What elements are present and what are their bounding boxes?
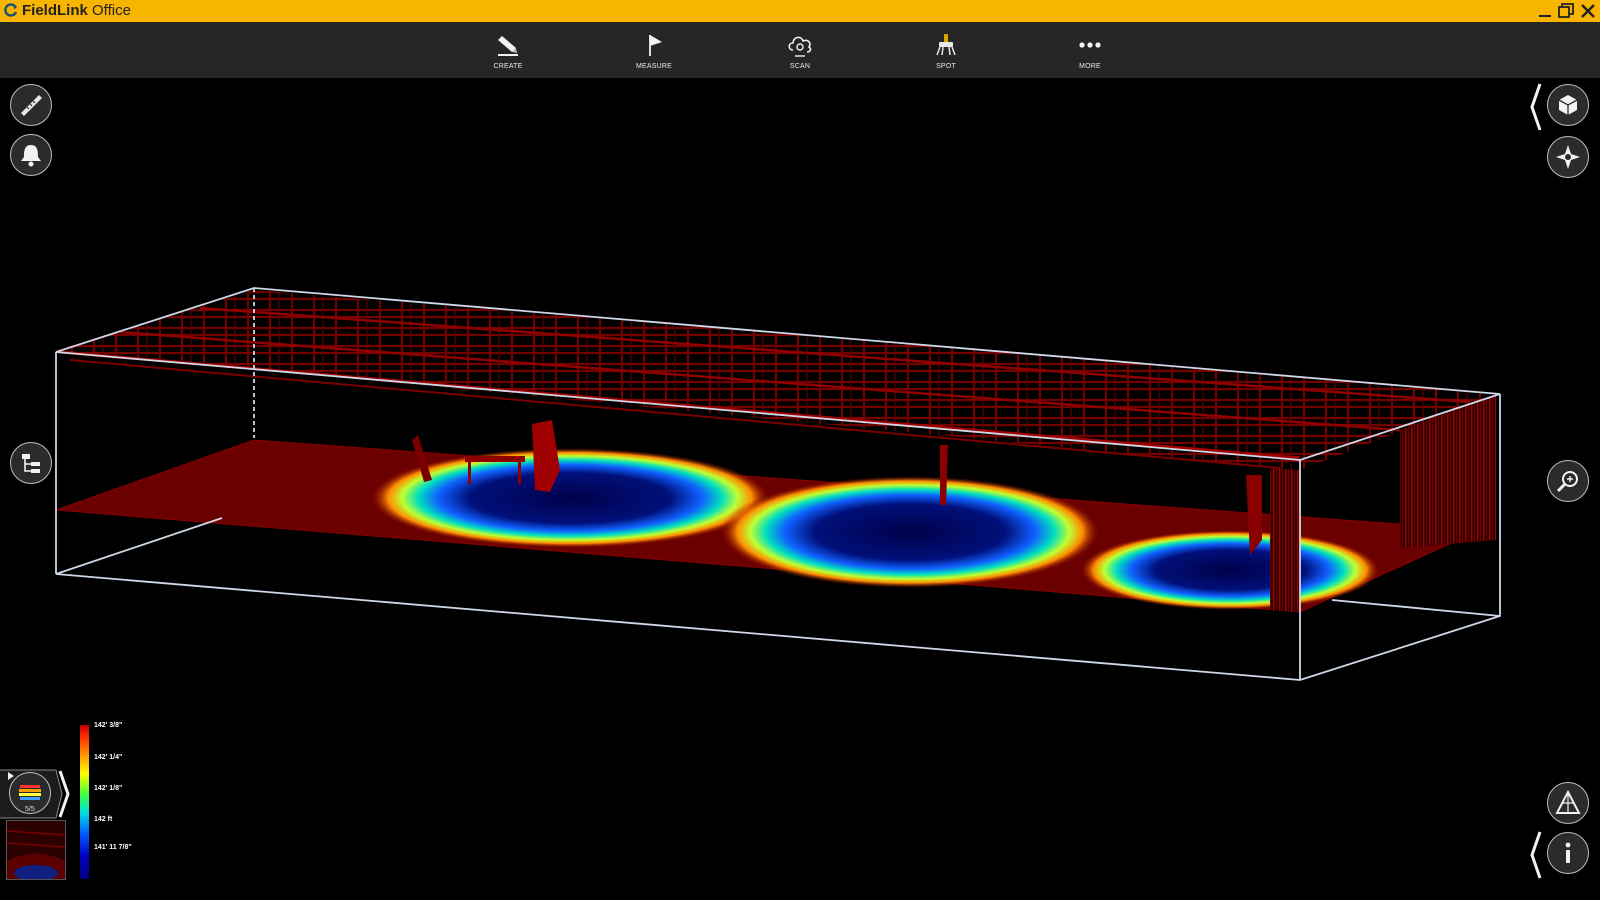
flag-icon — [649, 35, 662, 56]
minimap-view — [7, 821, 65, 879]
point-cloud-scene — [55, 287, 1501, 681]
info-icon — [1565, 842, 1571, 863]
scan-button[interactable]: SCAN — [760, 22, 840, 78]
zoom-fit-icon — [1556, 471, 1578, 493]
spot-device-icon — [936, 34, 956, 56]
measure-button[interactable]: MEASURE — [614, 22, 694, 78]
elevation-color-scale — [80, 725, 89, 879]
spot-label: SPOT — [936, 63, 956, 70]
app-title-bold: FieldLink — [22, 2, 88, 19]
more-label: MORE — [1079, 63, 1101, 70]
legend-label-top: 142' 3/8" — [94, 722, 123, 729]
ruler-icon — [21, 95, 42, 116]
app-title-rest: Office — [87, 2, 131, 19]
main-toolbar: CREATE MEASURE SCAN SPOT MORE — [0, 22, 1600, 78]
legend-label-4: 142 ft — [94, 816, 113, 823]
restore-icon[interactable] — [1557, 2, 1575, 20]
more-dots-icon — [1079, 42, 1101, 48]
zoom-button[interactable] — [1547, 460, 1589, 502]
spot-button[interactable]: SPOT — [906, 22, 986, 78]
info-button[interactable] — [1547, 832, 1589, 874]
navigation-compass-icon — [1556, 145, 1580, 169]
create-label: CREATE — [493, 63, 523, 70]
measure-label: MEASURE — [635, 63, 673, 70]
measure-tool-button[interactable] — [10, 84, 52, 126]
point-cloud-viewport[interactable] — [0, 78, 1600, 900]
legend-label-2: 142' 1/4" — [94, 754, 123, 761]
app-logo-icon — [4, 3, 18, 17]
tree-hierarchy-icon — [22, 454, 40, 473]
navigation-button[interactable] — [1547, 136, 1589, 178]
more-button[interactable]: MORE — [1050, 22, 1130, 78]
app-title: FieldLink Office — [22, 2, 131, 20]
minimap-thumbnail[interactable] — [6, 820, 66, 880]
scan-label: SCAN — [789, 63, 811, 70]
view-cube-button[interactable] — [1547, 84, 1589, 126]
bell-icon — [21, 145, 41, 167]
legend-label-bottom: 141' 11 7/8" — [94, 844, 132, 851]
right-panel-expand-icon[interactable] — [1528, 82, 1544, 132]
info-panel-expand-icon[interactable] — [1528, 830, 1544, 880]
surface-button[interactable] — [1547, 782, 1589, 824]
triangle-surface-icon — [1555, 789, 1581, 814]
create-button[interactable]: CREATE — [468, 22, 548, 78]
minimize-icon[interactable] — [1536, 2, 1554, 20]
layer-tree-button[interactable] — [10, 442, 52, 484]
legend-label-3: 142' 1/8" — [94, 785, 123, 792]
scan-cloud-icon — [788, 36, 812, 57]
alerts-button[interactable] — [10, 134, 52, 176]
elevation-legend: 142' 3/8" 142' 1/4" 142' 1/8" 142 ft 141… — [80, 722, 140, 879]
cube-view-icon — [1558, 95, 1578, 115]
layer-count-badge: 5/5 — [25, 806, 35, 813]
pencil-icon — [498, 36, 518, 56]
close-icon[interactable] — [1579, 2, 1597, 20]
layer-panel[interactable]: 5/5 — [0, 768, 70, 820]
title-bar: FieldLink Office — [0, 0, 1600, 22]
